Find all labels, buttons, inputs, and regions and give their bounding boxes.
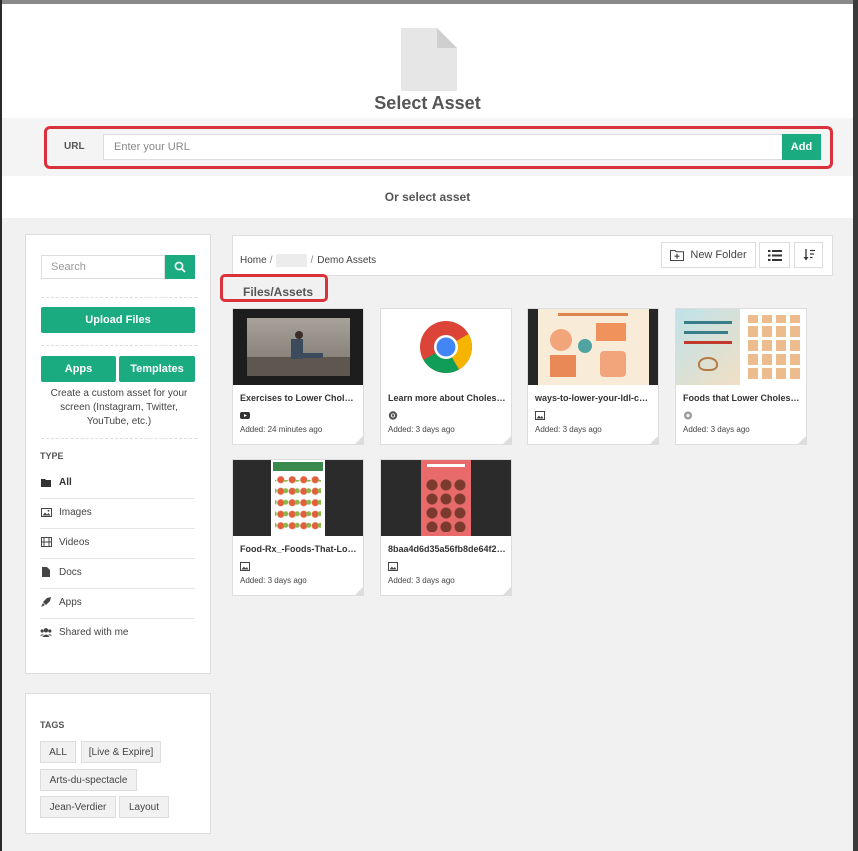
- breadcrumb: Home / / Demo Assets: [240, 254, 376, 267]
- asset-added-date: Added: 3 days ago: [388, 576, 455, 585]
- breadcrumb-separator: /: [310, 255, 314, 266]
- sort-button[interactable]: [794, 242, 823, 268]
- chrome-icon: [388, 411, 398, 420]
- asset-thumbnail: [381, 460, 511, 536]
- select-asset-modal: Select Asset URL Add Or select asset Upl…: [2, 4, 853, 851]
- search-input[interactable]: [41, 255, 165, 279]
- card-corner: [355, 436, 363, 444]
- asset-card-5[interactable]: Food-Rx_-Foods-That-Lower-Cholesterol Ad…: [232, 459, 364, 596]
- folder-icon: [40, 476, 52, 488]
- asset-name: Learn more about Cholesterol: [388, 393, 506, 403]
- window-right-edge: [853, 0, 858, 851]
- type-filter-docs[interactable]: Docs: [40, 557, 195, 587]
- globe-icon: [684, 411, 692, 420]
- modal-header: Select Asset: [2, 4, 853, 118]
- tag-live-expire[interactable]: [Live & Expire]: [81, 741, 161, 763]
- divider: [41, 438, 197, 439]
- add-url-button[interactable]: Add: [782, 134, 821, 160]
- list-view-button[interactable]: [759, 242, 790, 268]
- asset-card-4[interactable]: Foods that Lower Cholesterol Added: 3 da…: [675, 308, 807, 445]
- asset-thumbnail: [528, 309, 658, 385]
- file-icon: [40, 566, 52, 578]
- search-icon: [174, 261, 186, 273]
- breadcrumb-current: Demo Assets: [317, 255, 377, 266]
- tag-arts-du-spectacle[interactable]: Arts-du-spectacle: [40, 769, 137, 791]
- url-label: URL: [64, 141, 85, 152]
- type-filter-label: Shared with me: [59, 626, 129, 638]
- document-icon: [401, 28, 457, 91]
- asset-card-3[interactable]: ways-to-lower-your-ldl-cholesterol Added…: [527, 308, 659, 445]
- type-filter-shared[interactable]: Shared with me: [40, 617, 195, 647]
- type-heading: TYPE: [40, 451, 64, 461]
- asset-added-date: Added: 3 days ago: [240, 576, 307, 585]
- asset-thumbnail: [676, 309, 806, 385]
- asset-card-2[interactable]: Learn more about Cholesterol Added: 3 da…: [380, 308, 512, 445]
- card-corner: [503, 436, 511, 444]
- card-corner: [503, 587, 511, 595]
- type-filter-label: Images: [59, 506, 92, 518]
- type-filter-apps[interactable]: Apps: [40, 587, 195, 617]
- rocket-icon: [40, 596, 52, 608]
- image-icon: [388, 562, 398, 571]
- type-filter-label: Docs: [59, 566, 82, 578]
- sort-icon: [803, 249, 815, 261]
- asset-card-1[interactable]: Exercises to Lower Cholesterol Added: 24…: [232, 308, 364, 445]
- templates-button[interactable]: Templates: [119, 356, 195, 382]
- chrome-logo: [420, 321, 472, 373]
- type-filter-all[interactable]: All: [40, 467, 195, 497]
- tags-heading: TAGS: [40, 720, 65, 730]
- users-icon: [40, 626, 52, 638]
- image-icon: [535, 411, 545, 420]
- divider: [41, 297, 197, 298]
- asset-thumbnail: [233, 309, 363, 385]
- search-button[interactable]: [165, 255, 195, 279]
- youtube-icon: [240, 412, 250, 419]
- breadcrumb-separator: /: [269, 255, 273, 266]
- film-icon: [40, 536, 52, 548]
- apps-button[interactable]: Apps: [41, 356, 116, 382]
- asset-added-date: Added: 3 days ago: [683, 425, 750, 434]
- card-corner: [650, 436, 658, 444]
- list-icon: [767, 249, 782, 261]
- asset-name: ways-to-lower-your-ldl-cholesterol: [535, 393, 653, 403]
- asset-name: Exercises to Lower Cholesterol: [240, 393, 358, 403]
- type-filter-label: All: [59, 476, 72, 488]
- upload-files-button[interactable]: Upload Files: [41, 307, 195, 333]
- or-select-asset-text: Or select asset: [384, 190, 471, 204]
- folder-plus-icon: [670, 250, 685, 261]
- card-corner: [798, 436, 806, 444]
- type-filter-label: Videos: [59, 536, 90, 548]
- asset-name: Foods that Lower Cholesterol: [683, 393, 801, 403]
- url-input[interactable]: [103, 134, 821, 160]
- custom-asset-text: Create a custom asset for your screen (I…: [50, 388, 188, 427]
- files-heading: Files/Assets: [243, 285, 314, 299]
- type-filter-images[interactable]: Images: [40, 497, 195, 527]
- asset-card-6[interactable]: 8baa4d6d35a56fb8de64f2a1 Added: 3 days a…: [380, 459, 512, 596]
- asset-added-date: Added: 3 days ago: [388, 425, 455, 434]
- asset-thumbnail: [233, 460, 363, 536]
- tag-all[interactable]: ALL: [40, 741, 76, 763]
- image-icon: [40, 506, 52, 518]
- tag-jean-verdier[interactable]: Jean-Verdier: [40, 796, 116, 818]
- breadcrumb-redacted[interactable]: [276, 254, 308, 267]
- asset-name: Food-Rx_-Foods-That-Lower-Cholesterol: [240, 544, 358, 554]
- breadcrumb-home[interactable]: Home: [240, 255, 267, 266]
- asset-thumbnail: [381, 309, 511, 385]
- asset-added-date: Added: 24 minutes ago: [240, 425, 323, 434]
- divider: [41, 345, 197, 346]
- asset-added-date: Added: 3 days ago: [535, 425, 602, 434]
- type-filter-label: Apps: [59, 596, 82, 608]
- new-folder-button[interactable]: New Folder: [661, 242, 756, 268]
- image-icon: [240, 562, 250, 571]
- modal-title: Select Asset: [374, 93, 481, 113]
- tag-layout[interactable]: Layout: [119, 796, 169, 818]
- type-filter-videos[interactable]: Videos: [40, 527, 195, 557]
- asset-name: 8baa4d6d35a56fb8de64f2a1: [388, 544, 506, 554]
- card-corner: [355, 587, 363, 595]
- new-folder-label: New Folder: [690, 249, 747, 261]
